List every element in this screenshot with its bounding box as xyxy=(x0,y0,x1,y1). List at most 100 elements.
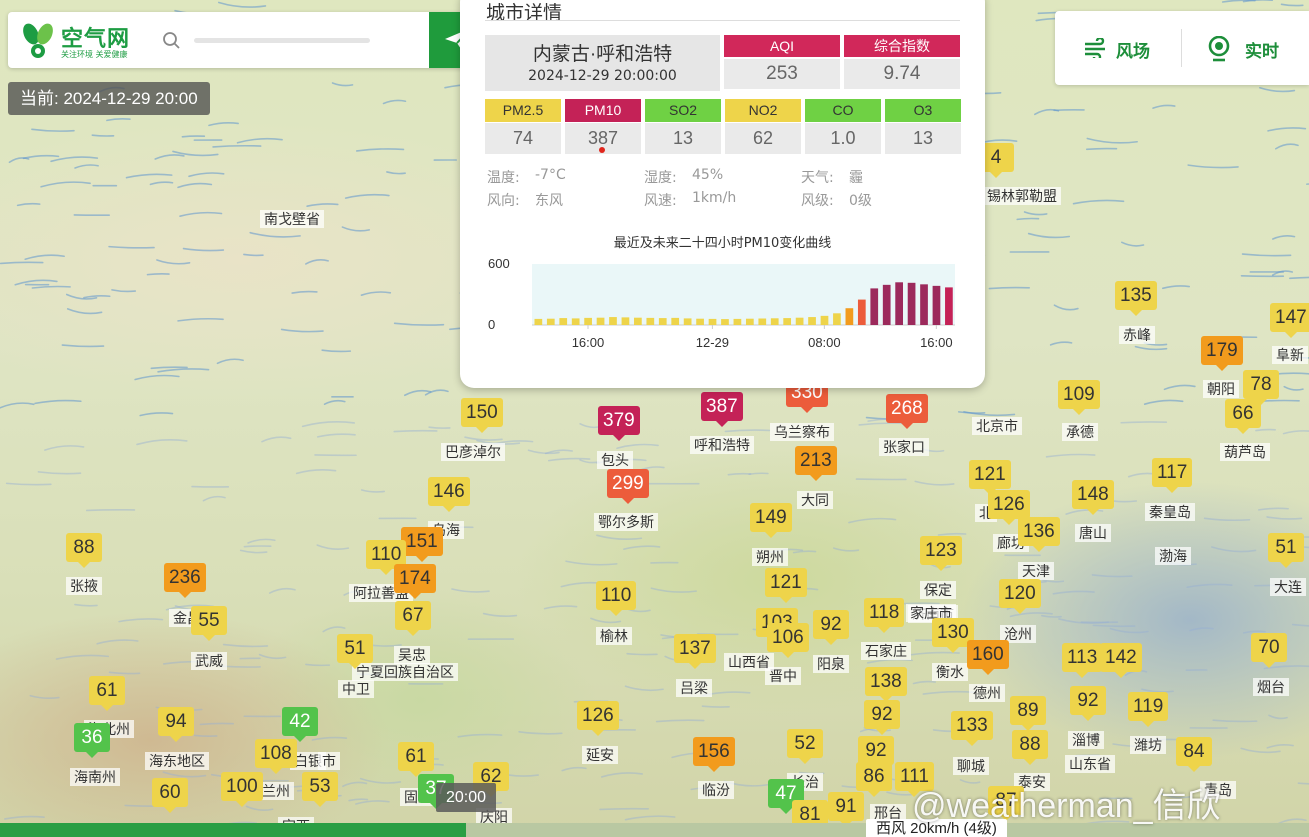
aqi-marker[interactable]: 121 xyxy=(969,460,1011,495)
wind-streak xyxy=(1027,232,1071,239)
place-label: 临汾 xyxy=(698,781,734,799)
aqi-marker[interactable]: 106 xyxy=(767,623,809,658)
wind-streak xyxy=(1259,86,1296,93)
wind-streak xyxy=(355,800,390,805)
aqi-marker[interactable]: 135 xyxy=(1115,281,1157,316)
aqi-marker[interactable]: 160 xyxy=(967,640,1009,675)
aqi-marker[interactable]: 387 xyxy=(701,392,743,427)
place-label: 呼和浩特 xyxy=(690,436,754,454)
aqi-marker[interactable]: 61 xyxy=(89,676,125,711)
aqi-marker[interactable]: 51 xyxy=(337,634,373,669)
wind-streak xyxy=(623,545,661,550)
chart-bar xyxy=(758,318,767,325)
wind-streak xyxy=(1258,507,1289,511)
place-label: 海南州 xyxy=(70,768,120,786)
aqi-marker[interactable]: 138 xyxy=(865,667,907,702)
wind-streak xyxy=(988,286,1030,290)
wind-streak xyxy=(177,317,224,322)
aqi-marker[interactable]: 142 xyxy=(1100,643,1142,678)
aqi-marker[interactable]: 108 xyxy=(255,739,297,774)
chart-bar xyxy=(795,317,804,325)
pollutant-value: 13 xyxy=(885,123,961,154)
wind-streak xyxy=(543,605,578,610)
place-label: 张家口 xyxy=(879,438,929,456)
timeline-handle[interactable]: 20:00 xyxy=(436,783,496,812)
aqi-marker[interactable]: 78 xyxy=(1243,370,1279,405)
aqi-marker[interactable]: 150 xyxy=(461,398,503,433)
aqi-marker[interactable]: 86 xyxy=(856,762,892,797)
aqi-marker[interactable]: 67 xyxy=(395,601,431,636)
aqi-marker[interactable]: 92 xyxy=(1070,686,1106,721)
place-label: 唐山 xyxy=(1075,524,1111,542)
wind-streak xyxy=(382,99,407,105)
aqi-marker[interactable]: 268 xyxy=(886,394,928,429)
realtime-button[interactable]: 实时 xyxy=(1207,11,1297,85)
aqi-marker[interactable]: 117 xyxy=(1152,458,1193,493)
aqi-marker[interactable]: 133 xyxy=(951,711,993,746)
aqi-marker[interactable]: 89 xyxy=(1010,696,1046,731)
aqi-marker[interactable]: 70 xyxy=(1251,633,1287,668)
aqi-marker[interactable]: 213 xyxy=(795,446,837,481)
wind-streak xyxy=(1143,399,1184,405)
aqi-marker[interactable]: 61 xyxy=(398,742,434,777)
aqi-marker[interactable]: 110 xyxy=(596,581,637,616)
wind-streak xyxy=(0,261,44,265)
aqi-marker[interactable]: 236 xyxy=(164,563,206,598)
aqi-marker[interactable]: 53 xyxy=(302,772,338,807)
site-logo[interactable]: 空气网 关注环境 关爱健康 xyxy=(19,20,159,60)
wind-streak xyxy=(1266,516,1303,520)
wind-streak xyxy=(316,544,350,550)
wind-streak xyxy=(596,534,643,541)
aqi-marker[interactable]: 100 xyxy=(221,772,263,807)
aqi-marker[interactable]: 91 xyxy=(828,792,864,827)
aqi-marker[interactable]: 120 xyxy=(999,579,1041,614)
wind-streak xyxy=(139,412,174,417)
aqi-marker[interactable]: 126 xyxy=(577,701,619,736)
aqi-marker[interactable]: 119 xyxy=(1128,692,1169,727)
aqi-marker[interactable]: 174 xyxy=(394,564,436,599)
aqi-marker[interactable]: 147 xyxy=(1270,303,1309,338)
aqi-marker[interactable]: 136 xyxy=(1018,517,1060,552)
aqi-marker[interactable]: 84 xyxy=(1176,737,1212,772)
wind-streak xyxy=(243,253,264,257)
aqi-marker[interactable]: 146 xyxy=(428,477,470,512)
aqi-marker[interactable]: 299 xyxy=(607,469,649,504)
wind-field-button[interactable]: 风场 xyxy=(1083,11,1173,85)
aqi-marker[interactable]: 42 xyxy=(282,707,318,742)
wind-streak xyxy=(518,731,563,735)
aqi-marker[interactable]: 51 xyxy=(1268,533,1304,568)
aqi-marker[interactable]: 156 xyxy=(693,737,735,772)
aqi-marker[interactable]: 121 xyxy=(765,568,807,603)
aqi-marker[interactable]: 109 xyxy=(1058,380,1100,415)
aqi-marker[interactable]: 118 xyxy=(864,598,905,633)
aqi-marker[interactable]: 179 xyxy=(1201,336,1243,371)
aqi-marker[interactable]: 66 xyxy=(1225,399,1261,434)
aqi-marker[interactable]: 94 xyxy=(158,707,194,742)
aqi-marker[interactable]: 92 xyxy=(813,610,849,645)
location-icon xyxy=(1208,36,1230,62)
city-time: 2024-12-29 20:00:00 xyxy=(528,68,677,84)
wind-streak xyxy=(1189,627,1214,632)
aqi-marker[interactable]: 52 xyxy=(787,729,823,764)
wind-streak xyxy=(348,798,369,802)
chart-bar xyxy=(534,318,543,325)
place-label: 承德 xyxy=(1062,423,1098,441)
wind-streak xyxy=(1163,384,1196,391)
aqi-marker[interactable]: 88 xyxy=(1012,730,1048,765)
aqi-marker[interactable]: 36 xyxy=(74,723,110,758)
aqi-marker[interactable]: 92 xyxy=(864,700,900,735)
wind-streak xyxy=(106,118,131,122)
aqi-marker[interactable]: 60 xyxy=(152,778,188,813)
aqi-marker[interactable]: 126 xyxy=(988,490,1030,525)
aqi-marker[interactable]: 88 xyxy=(66,533,102,568)
place-label: 延安 xyxy=(582,746,618,764)
aqi-marker[interactable]: 137 xyxy=(674,634,716,669)
aqi-marker[interactable]: 148 xyxy=(1072,480,1114,515)
aqi-marker[interactable]: 379 xyxy=(598,406,640,441)
aqi-marker[interactable]: 149 xyxy=(750,503,792,538)
aqi-marker[interactable]: 55 xyxy=(191,606,227,641)
aqi-marker[interactable]: 113 xyxy=(1062,643,1103,678)
aqi-marker[interactable]: 123 xyxy=(920,536,962,571)
aqi-marker[interactable]: 92 xyxy=(858,736,894,771)
aqi-marker[interactable]: 151 xyxy=(401,527,443,562)
